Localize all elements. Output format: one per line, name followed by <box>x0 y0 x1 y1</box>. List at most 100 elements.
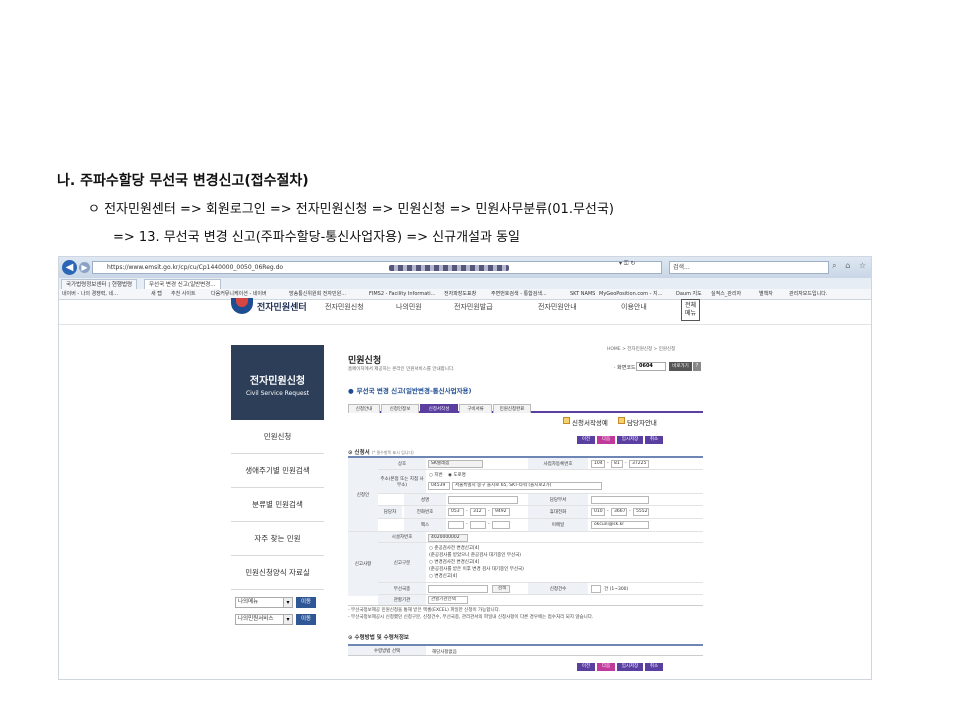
name-field[interactable] <box>448 496 518 504</box>
nav-item[interactable]: 전자민원안내 <box>538 302 577 312</box>
fav-item[interactable]: 새 탭 <box>151 290 162 299</box>
next-button[interactable]: 다음 <box>597 436 615 444</box>
temp-save-button[interactable]: 임시저장 <box>617 436 643 444</box>
agency-row: 관할기관 관할기관선택 <box>348 595 703 606</box>
fav-item[interactable]: Daum 지도 <box>676 290 702 299</box>
contact-guide-link[interactable]: 담당자안내 <box>627 417 657 427</box>
fav-item[interactable]: FIMS2 - Facility Informati... <box>369 290 435 299</box>
site-logo[interactable]: 전자민원센터 <box>257 300 307 313</box>
fav-item[interactable]: 관리자모드입니다. <box>789 290 827 299</box>
fax-field-1[interactable] <box>448 521 464 529</box>
fav-item[interactable]: 네이버 - 나의 경쟁력, 네... <box>62 290 118 299</box>
my-service-go-button[interactable]: 이동 <box>296 614 316 625</box>
phone-field-3[interactable]: 9492 <box>492 508 510 516</box>
form-row: 담당자 전화번호 053 - 312 - 9492 휴대전화 010 - 366… <box>378 506 703 519</box>
help-button[interactable]: ? <box>693 362 701 371</box>
step-tab-active[interactable]: 신청서작성 <box>420 404 458 413</box>
type-option[interactable]: ○ 준공검사전 변경신고[4] <box>429 545 479 551</box>
prev-button-bottom[interactable]: 이전 <box>577 663 595 671</box>
station-field[interactable] <box>428 585 488 593</box>
agency-select[interactable]: 관할기관선택 <box>428 596 468 604</box>
bizno-field-3[interactable]: 37225 <box>629 460 649 468</box>
count-field[interactable] <box>591 585 601 593</box>
email-label: 이메일 <box>528 519 588 531</box>
cancel-button-bottom[interactable]: 취소 <box>645 663 663 671</box>
nav-item[interactable]: 나의민원 <box>396 302 422 312</box>
step-tab[interactable]: 신청인정보 <box>381 404 419 413</box>
station-search-button[interactable]: 검색 <box>492 585 510 593</box>
browser-tab[interactable]: 국가법령정보센터 | 현행법령 <box>61 279 138 289</box>
procedure-step-1: ㅇ 전자민원센터 => 회원로그인 => 전자민원신청 => 민원신청 => 민… <box>88 202 614 217</box>
browser-search-input[interactable]: 검색... <box>669 261 829 274</box>
temp-save-button-bottom[interactable]: 임시저장 <box>617 663 643 671</box>
dash-separator: - <box>488 509 490 514</box>
fav-item[interactable]: 방송통신위원회 전자민원... <box>289 290 346 299</box>
fav-item[interactable]: 전자파장도표창 <box>444 290 476 299</box>
nav-item[interactable]: 전자민원신청 <box>325 302 364 312</box>
fav-item[interactable]: 추천 사이트 <box>171 290 196 299</box>
section-title: 무선국 변경 신고(일반변경-통신사업자용) <box>348 385 472 395</box>
bizno-field-1[interactable]: 104 <box>591 460 605 468</box>
nav-item[interactable]: 전자민원발급 <box>454 302 493 312</box>
mobile-field-1[interactable]: 010 <box>591 508 605 516</box>
phone-field-2[interactable]: 312 <box>470 508 486 516</box>
dept-field[interactable] <box>591 496 649 504</box>
address-radio-road[interactable]: ◉ 도로명 <box>448 472 466 478</box>
tab-strip: 국가법령정보센터 | 현행법령 무선국 변경 신고(일반변경... <box>59 278 871 289</box>
browser-screenshot: ◀ ▶ https://www.emsit.go.kr/cp/cu/Cp1440… <box>58 256 872 680</box>
bizno-field-2[interactable]: 81 <box>611 460 623 468</box>
url-field[interactable]: https://www.emsit.go.kr/cp/cu/Cp1440000_… <box>92 261 662 274</box>
window-icons[interactable]: ⌕ ⌂ ☆ <box>832 261 869 271</box>
cancel-button[interactable]: 취소 <box>645 436 663 444</box>
back-icon[interactable]: ◀ <box>62 260 77 275</box>
logo-emblem-icon <box>231 298 253 314</box>
next-button-bottom[interactable]: 다음 <box>597 663 615 671</box>
screen-code-input[interactable]: 0604 <box>636 362 666 371</box>
left-menu-item[interactable]: 민원신청 <box>231 420 324 454</box>
fav-item[interactable]: MyGeoPosition.com - 지... <box>599 290 662 299</box>
receipt-value[interactable]: 해당사항없음 <box>432 649 457 655</box>
person-icon <box>618 417 625 424</box>
type-option[interactable]: ○ 변경검사전 변경신고[4] <box>429 559 479 565</box>
left-menu-item[interactable]: 생애주기별 민원검색 <box>231 454 324 488</box>
fav-item[interactable]: 실적스_관리자 <box>711 290 741 299</box>
zip-field[interactable]: 04539 <box>428 482 450 490</box>
mobile-field-2[interactable]: 3667 <box>611 508 627 516</box>
fav-item[interactable]: 별책자 <box>759 290 773 299</box>
type-option[interactable]: ○ 변경신고[4] <box>429 573 457 579</box>
browser-tab-active[interactable]: 무선국 변경 신고(일반변경... <box>144 279 221 289</box>
prev-button[interactable]: 이전 <box>577 436 595 444</box>
fax-label: 팩스 <box>404 519 446 531</box>
facility-field[interactable]: 4020000002 <box>428 534 468 542</box>
type-label: 신고구분 <box>378 543 426 582</box>
mobile-field-3[interactable]: 5552 <box>633 508 649 516</box>
left-menu-item[interactable]: 자주 찾는 민원 <box>231 522 324 556</box>
step-tab[interactable]: 민원신청완료 <box>493 404 531 413</box>
mobile-label: 휴대전화 <box>528 506 588 518</box>
company-label: 상호 <box>378 458 426 469</box>
fav-item[interactable]: 주변번호검색 - 통합검색... <box>491 290 547 299</box>
email-field[interactable]: okcuni@sk.kr <box>591 521 649 529</box>
dash-separator: - <box>466 522 468 527</box>
left-menu-item[interactable]: 민원신청양식 자료실 <box>231 556 324 590</box>
step-tab[interactable]: 신청안내 <box>348 404 380 413</box>
phone-label: 전화번호 <box>404 506 446 518</box>
receipt-form: 수령방법 선택 해당사항없음 <box>348 644 703 656</box>
fav-item[interactable]: SKT NAMS <box>570 290 595 299</box>
fax-field-3[interactable] <box>492 521 510 529</box>
chevron-down-icon[interactable]: ▾ <box>283 614 293 625</box>
forward-icon[interactable]: ▶ <box>79 262 90 273</box>
step-tab[interactable]: 구비서류 <box>459 404 492 413</box>
all-menu-button[interactable]: 전체 메뉴 <box>681 299 700 321</box>
my-menu-go-button[interactable]: 이동 <box>296 597 316 608</box>
form-example-link[interactable]: 신청서작성예 <box>572 417 608 427</box>
company-field[interactable]: SK텔레콤 <box>428 460 483 468</box>
fax-field-2[interactable] <box>470 521 486 529</box>
address-radio-lot[interactable]: ○ 지번 <box>429 472 443 478</box>
shortcut-button[interactable]: 바로가기 <box>669 362 692 371</box>
left-menu-item[interactable]: 분류별 민원검색 <box>231 488 324 522</box>
phone-field-1[interactable]: 053 <box>448 508 464 516</box>
nav-item[interactable]: 이용안내 <box>621 302 647 312</box>
chevron-down-icon[interactable]: ▾ <box>283 597 293 608</box>
address-field[interactable]: 서울특별시 중구 을지로 65, SKT-타워 (을지로2가) <box>452 482 602 490</box>
